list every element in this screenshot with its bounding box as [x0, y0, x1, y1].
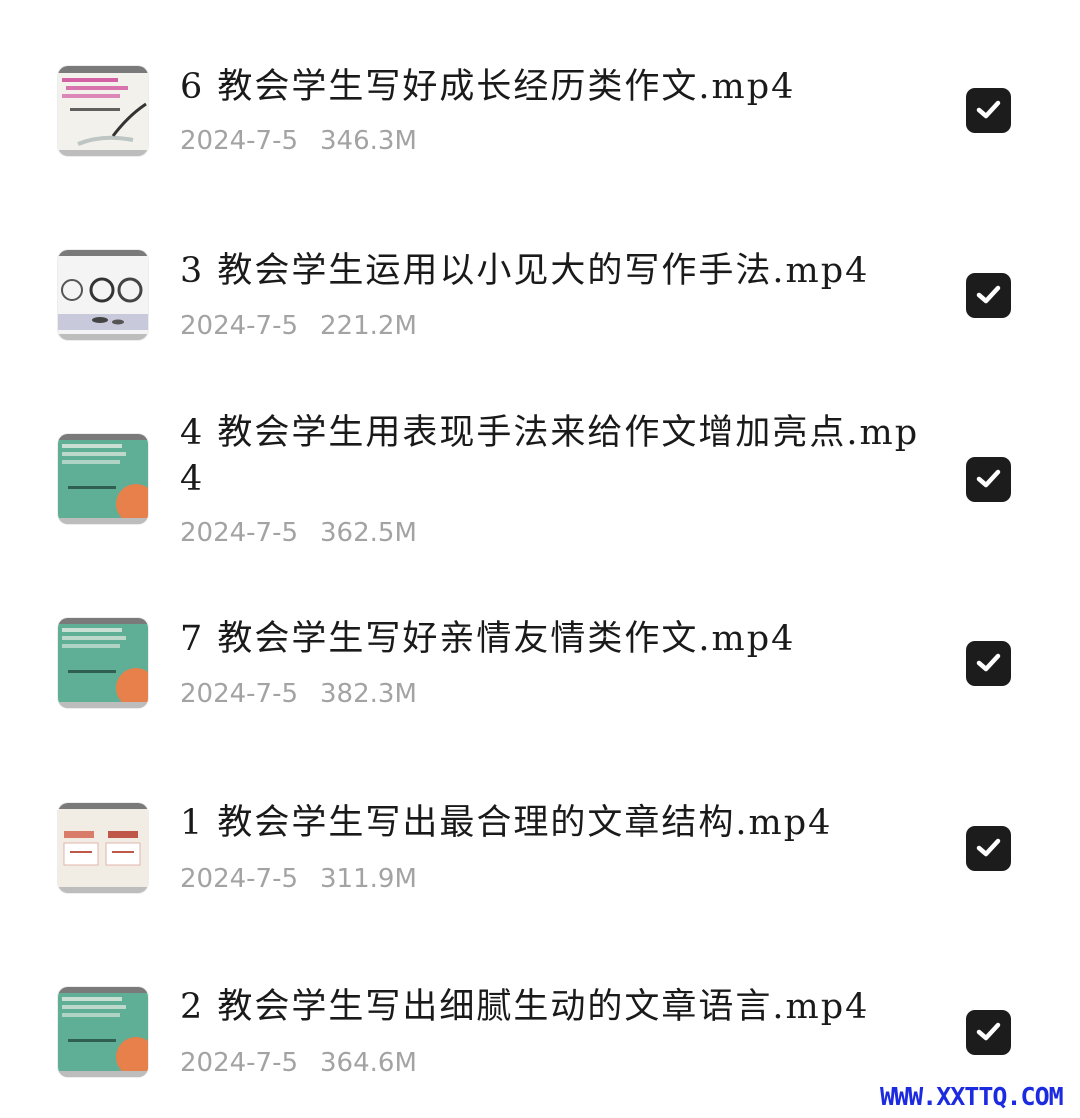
- select-checkbox[interactable]: [966, 641, 1011, 686]
- file-date: 2024-7-5: [180, 126, 299, 156]
- select-checkbox[interactable]: [966, 457, 1011, 502]
- file-date: 2024-7-5: [180, 518, 299, 548]
- file-name: 2 教会学生写出细腻生动的文章语言.mp4: [180, 987, 870, 1027]
- checkmark-icon: [976, 469, 1001, 488]
- file-size: 311.9M: [320, 864, 417, 894]
- select-checkbox[interactable]: [966, 273, 1011, 318]
- file-name: 4 教会学生用表现手法来给作文增加亮点.mp4: [180, 413, 920, 499]
- select-checkbox[interactable]: [966, 1010, 1011, 1055]
- file-name: 6 教会学生写好成长经历类作文.mp4: [180, 67, 796, 107]
- slide-thumbnail-icon: [58, 250, 148, 340]
- select-checkbox[interactable]: [966, 88, 1011, 133]
- checkmark-icon: [976, 838, 1001, 857]
- file-meta: 2024-7-5 364.6M: [180, 1048, 417, 1078]
- file-date: 2024-7-5: [180, 679, 299, 709]
- slide-thumbnail-icon: [58, 618, 148, 708]
- slide-thumbnail-icon: [58, 66, 148, 156]
- file-list: 6 教会学生写好成长经历类作文.mp4 2024-7-5 346.3M 3 教会…: [0, 0, 1080, 1118]
- file-name: 1 教会学生写出最合理的文章结构.mp4: [180, 803, 833, 843]
- watermark: WWW.XXTTQ.COM: [880, 1082, 1064, 1111]
- file-meta: 2024-7-5 346.3M: [180, 126, 417, 156]
- slide-thumbnail-icon: [58, 987, 148, 1077]
- file-size: 364.6M: [320, 1048, 417, 1078]
- file-date: 2024-7-5: [180, 311, 299, 341]
- file-name: 3 教会学生运用以小见大的写作手法.mp4: [180, 251, 870, 291]
- slide-thumbnail-icon: [58, 803, 148, 893]
- file-date: 2024-7-5: [180, 1048, 299, 1078]
- checkmark-icon: [976, 1022, 1001, 1041]
- file-size: 382.3M: [320, 679, 417, 709]
- file-meta: 2024-7-5 311.9M: [180, 864, 417, 894]
- file-size: 346.3M: [320, 126, 417, 156]
- file-date: 2024-7-5: [180, 864, 299, 894]
- file-meta: 2024-7-5 382.3M: [180, 679, 417, 709]
- slide-thumbnail-icon: [58, 434, 148, 524]
- checkmark-icon: [976, 653, 1001, 672]
- file-size: 362.5M: [320, 518, 417, 548]
- file-size: 221.2M: [320, 311, 417, 341]
- checkmark-icon: [976, 100, 1001, 119]
- file-name: 7 教会学生写好亲情友情类作文.mp4: [180, 619, 796, 659]
- checkmark-icon: [976, 285, 1001, 304]
- select-checkbox[interactable]: [966, 826, 1011, 871]
- file-meta: 2024-7-5 362.5M: [180, 518, 417, 548]
- file-meta: 2024-7-5 221.2M: [180, 311, 417, 341]
